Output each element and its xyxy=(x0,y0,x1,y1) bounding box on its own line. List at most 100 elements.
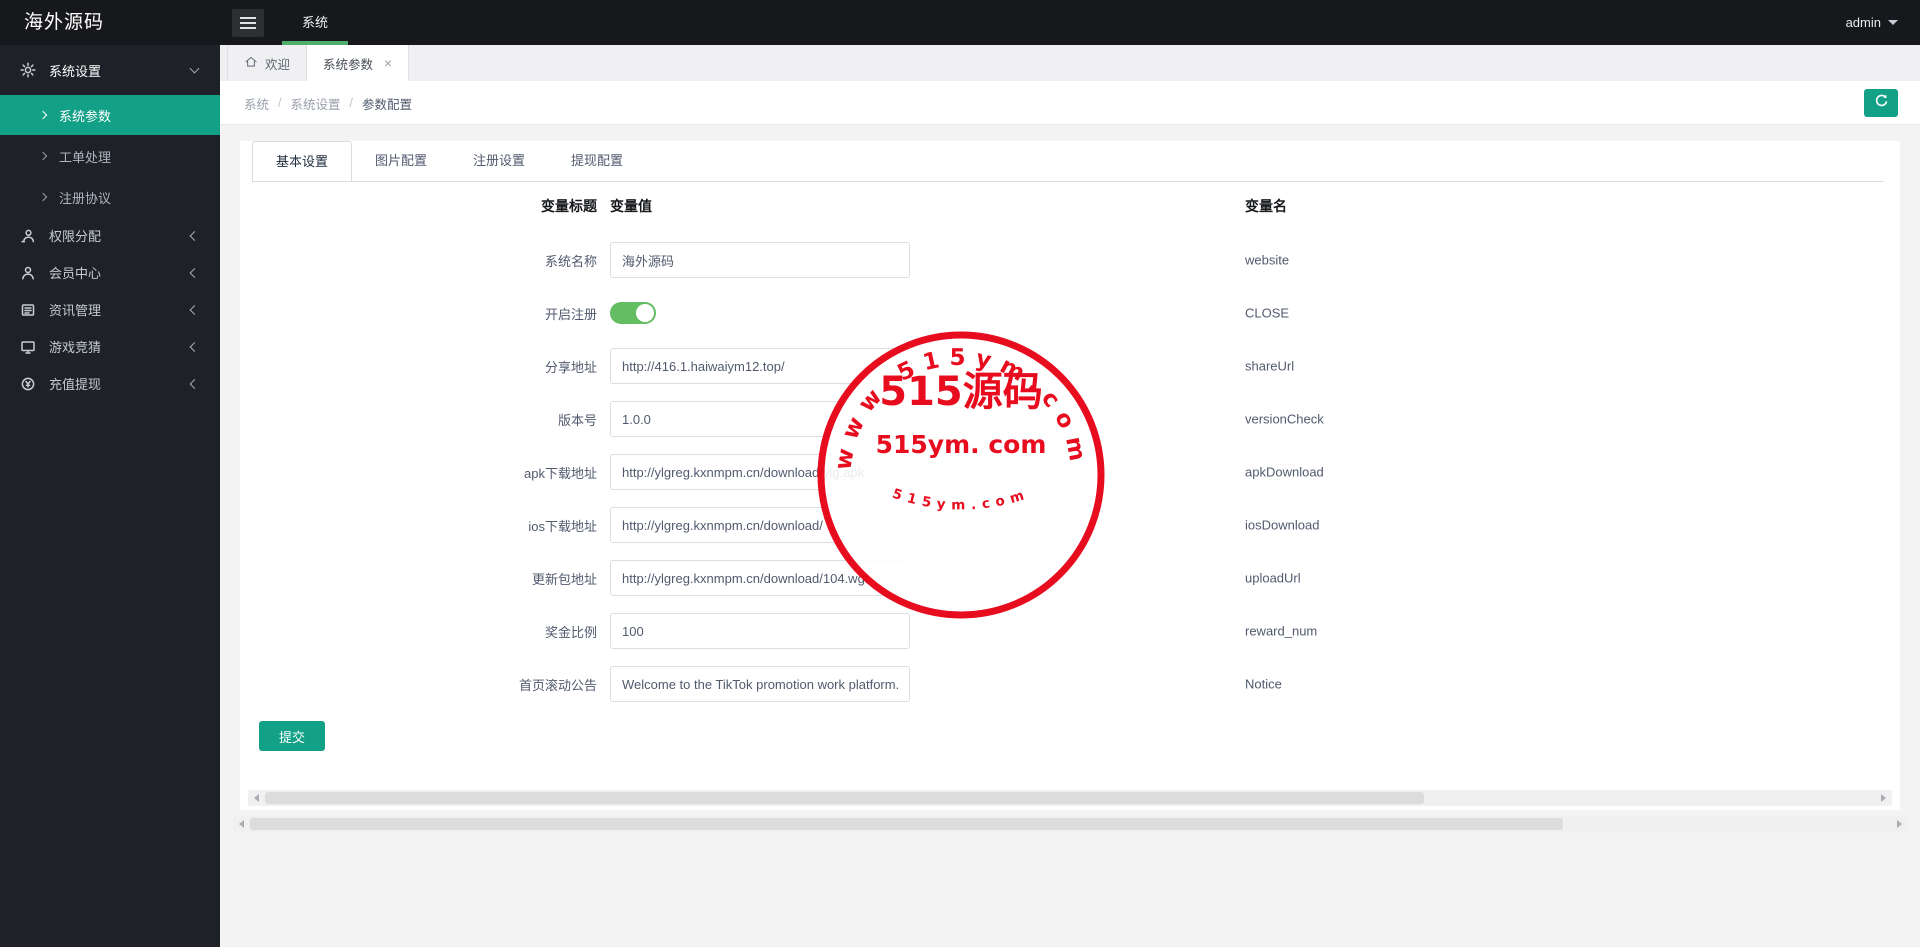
variable-name: versionCheck xyxy=(1245,411,1324,427)
tab-welcome[interactable]: 欢迎 xyxy=(227,45,308,81)
form-row-ios-download: ios下载地址 iosDownload xyxy=(240,507,1900,543)
ios-download-input[interactable] xyxy=(610,507,910,543)
chevron-right-icon xyxy=(38,110,48,120)
version-input[interactable] xyxy=(610,401,910,437)
reward-ratio-input[interactable] xyxy=(610,613,910,649)
column-header-title: 变量标题 xyxy=(541,198,597,214)
sidebar-item-news[interactable]: 资讯管理 xyxy=(0,291,220,328)
refresh-icon xyxy=(1873,93,1889,114)
sidebar-item-label: 权限分配 xyxy=(49,229,102,244)
breadcrumb-item: 系统设置 xyxy=(290,97,341,112)
scroll-right-arrow[interactable] xyxy=(1881,794,1886,802)
user-menu[interactable]: admin xyxy=(1846,15,1898,30)
scrollbar-thumb[interactable] xyxy=(265,792,1425,804)
sidebar-item-members[interactable]: 会员中心 xyxy=(0,254,220,291)
variable-name: Notice xyxy=(1245,676,1282,692)
newspaper-icon xyxy=(20,302,36,318)
close-icon[interactable]: × xyxy=(384,56,392,70)
gear-icon xyxy=(20,62,36,78)
tab-withdraw-config[interactable]: 提现配置 xyxy=(548,141,646,181)
notice-input[interactable] xyxy=(610,666,910,702)
submit-button[interactable]: 提交 xyxy=(259,721,325,751)
form-row-version: 版本号 versionCheck xyxy=(240,401,1900,437)
settings-tabs: 基本设置 图片配置 注册设置 提现配置 xyxy=(252,141,1884,182)
field-label: 首页滚动公告 xyxy=(518,677,597,693)
page-horizontal-scrollbar[interactable] xyxy=(233,816,1908,832)
open-tabs-strip: 欢迎 系统参数 × xyxy=(220,45,1920,81)
apk-download-input[interactable] xyxy=(610,454,910,490)
sidebar-subitem-label: 系统参数 xyxy=(59,108,112,124)
tab-image-config[interactable]: 图片配置 xyxy=(352,141,450,181)
scrollbar-track[interactable] xyxy=(250,816,1891,832)
settings-form: 变量标题 变量值 变量名 系统名称 website 开启注册 CLOSE 分享地… xyxy=(240,182,1900,751)
field-label: ios下载地址 xyxy=(528,518,597,534)
app-logo: 海外源码 xyxy=(24,12,105,33)
sidebar-item-recharge-withdraw[interactable]: 充值提现 xyxy=(0,365,220,402)
sidebar-item-permissions[interactable]: 权限分配 xyxy=(0,217,220,254)
field-label: 奖金比例 xyxy=(544,624,597,640)
scroll-right-arrow[interactable] xyxy=(1897,820,1902,828)
sidebar-subitem-work-orders[interactable]: 工单处理 xyxy=(0,135,220,177)
username-label: admin xyxy=(1845,15,1881,30)
tab-basic-settings[interactable]: 基本设置 xyxy=(252,141,353,181)
variable-name: shareUrl xyxy=(1245,358,1295,374)
variable-name: reward_num xyxy=(1245,623,1318,639)
variable-name: apkDownload xyxy=(1245,464,1324,480)
hamburger-icon xyxy=(240,16,256,19)
topnav-item-system[interactable]: 系统 xyxy=(282,0,349,45)
sidebar-item-label: 游戏竞猜 xyxy=(49,340,102,355)
person-icon xyxy=(20,265,36,281)
tab-system-params[interactable]: 系统参数 × xyxy=(307,45,410,81)
sidebar-item-label: 资讯管理 xyxy=(49,303,102,318)
field-label: apk下载地址 xyxy=(524,465,597,481)
form-row-share-url: 分享地址 shareUrl xyxy=(240,348,1900,384)
chevron-right-icon xyxy=(38,151,48,161)
form-header-row: 变量标题 变量值 变量名 xyxy=(240,196,1900,216)
scrollbar-thumb[interactable] xyxy=(250,818,1563,830)
form-row-apk-download: apk下载地址 apkDownload xyxy=(240,454,1900,490)
form-row-notice: 首页滚动公告 Notice xyxy=(240,666,1900,702)
variable-name: iosDownload xyxy=(1245,517,1320,533)
field-label: 开启注册 xyxy=(544,306,597,322)
sidebar: 系统设置 系统参数 工单处理 注册协议 权限分配 会员中心 资讯管理 游戏竞猜 … xyxy=(0,45,220,947)
sidebar-item-system-settings[interactable]: 系统设置 xyxy=(0,45,220,95)
coin-icon xyxy=(20,376,36,392)
chevron-left-icon xyxy=(189,378,200,389)
permission-person-icon xyxy=(20,228,36,244)
update-package-input[interactable] xyxy=(610,560,910,596)
column-header-value: 变量值 xyxy=(610,198,652,214)
sidebar-item-label: 会员中心 xyxy=(49,266,102,281)
register-toggle[interactable] xyxy=(610,302,656,324)
variable-name: website xyxy=(1245,252,1290,268)
variable-name: CLOSE xyxy=(1245,305,1290,321)
share-url-input[interactable] xyxy=(610,348,910,384)
chevron-down-icon xyxy=(1888,20,1898,25)
form-row-reward-ratio: 奖金比例 reward_num xyxy=(240,613,1900,649)
form-row-update-package: 更新包地址 uploadUrl xyxy=(240,560,1900,596)
column-header-name: 变量名 xyxy=(1245,198,1287,214)
breadcrumb-separator: / xyxy=(278,96,282,110)
breadcrumb-item: 系统 xyxy=(244,97,270,112)
sidebar-item-game-quiz[interactable]: 游戏竞猜 xyxy=(0,328,220,365)
monitor-icon xyxy=(20,339,36,355)
system-name-input[interactable] xyxy=(610,242,910,278)
home-icon xyxy=(244,55,258,72)
sidebar-collapse-button[interactable] xyxy=(232,8,264,37)
field-label: 更新包地址 xyxy=(531,571,597,587)
form-row-register-toggle: 开启注册 CLOSE xyxy=(240,295,1900,331)
sidebar-item-label: 充值提现 xyxy=(49,377,102,392)
tab-register-settings[interactable]: 注册设置 xyxy=(450,141,548,181)
scrollbar-track[interactable] xyxy=(265,790,1875,806)
chevron-down-icon xyxy=(189,63,200,74)
chevron-left-icon xyxy=(189,267,200,278)
breadcrumb-bar: 系统 / 系统设置 / 参数配置 xyxy=(220,81,1920,125)
scroll-left-arrow[interactable] xyxy=(239,820,244,828)
sidebar-subitem-system-params[interactable]: 系统参数 xyxy=(0,95,220,135)
panel-horizontal-scrollbar[interactable] xyxy=(248,790,1892,806)
sidebar-subitem-register-agreement[interactable]: 注册协议 xyxy=(0,177,220,217)
refresh-button[interactable] xyxy=(1864,89,1898,117)
field-label: 分享地址 xyxy=(544,359,597,375)
sidebar-subitem-label: 注册协议 xyxy=(59,190,112,206)
top-bar: 海外源码 系统 admin xyxy=(0,0,1920,45)
scroll-left-arrow[interactable] xyxy=(254,794,259,802)
